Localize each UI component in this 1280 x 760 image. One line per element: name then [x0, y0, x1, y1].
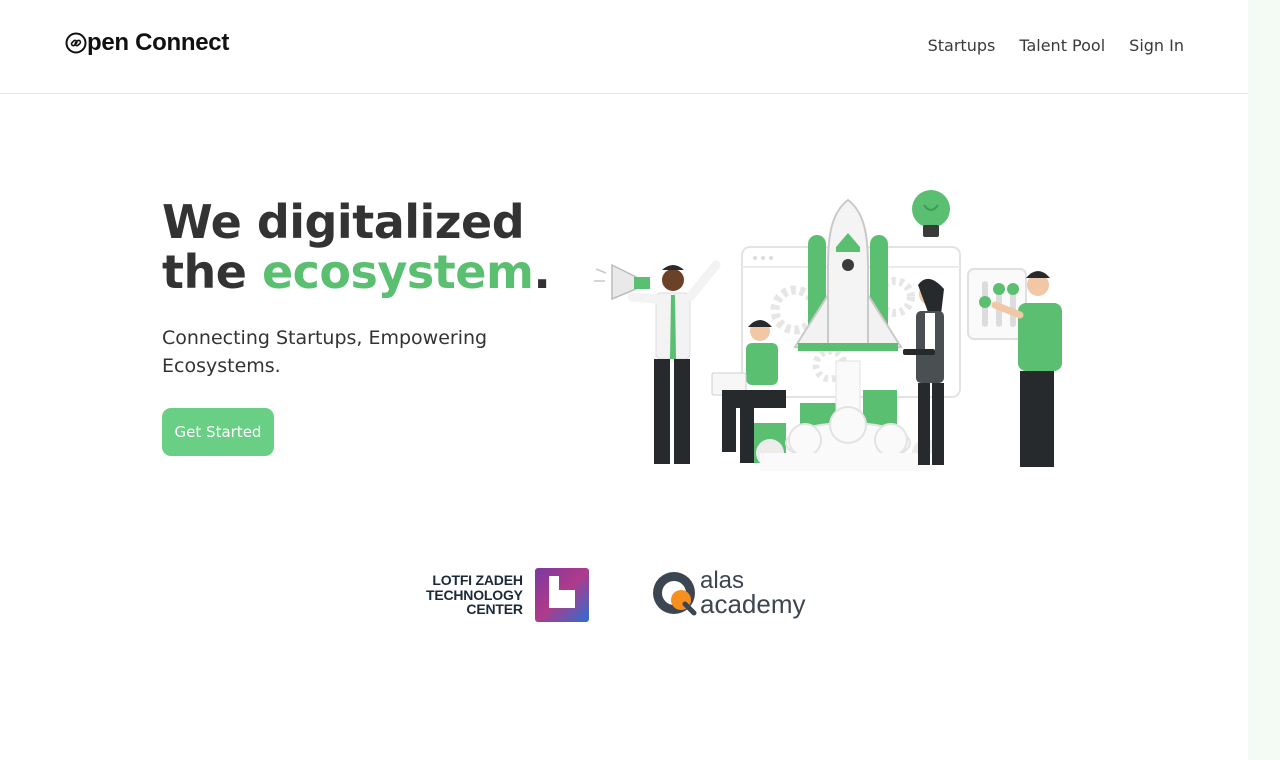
lotfi-zadeh-mark-icon	[534, 568, 589, 622]
hero-title-line1: We digitalized	[162, 195, 525, 249]
top-navbar: pen Connect Startups Talent Pool Sign In	[0, 0, 1248, 94]
main-nav: Startups Talent Pool Sign In	[928, 36, 1184, 55]
link-o-icon	[65, 32, 87, 54]
hero-title-the: the	[162, 245, 262, 299]
lotfi-line1: LOTFI ZADEH	[432, 572, 523, 589]
brand-name: pen Connect	[87, 29, 230, 56]
startup-rocket-team-illustration	[594, 190, 1062, 471]
alas-academy-logo: alas academy	[651, 569, 806, 619]
brand-logo-link[interactable]: pen Connect	[65, 29, 229, 57]
hero-subtitle: Connecting Startups, Empowering Ecosyste…	[162, 327, 488, 377]
lotfi-zadeh-wordmark: LOTFI ZADEH TECHNOLOGY CENTER	[426, 573, 523, 617]
nav-talent-pool[interactable]: Talent Pool	[1019, 36, 1105, 55]
alas-line2: academy	[700, 589, 806, 619]
nav-sign-in[interactable]: Sign In	[1129, 36, 1184, 55]
alas-academy-mark-icon	[653, 572, 697, 616]
hero-title: We digitalized the ecosystem.	[162, 195, 551, 299]
get-started-button[interactable]: Get Started	[162, 408, 274, 456]
lotfi-zadeh-logo: LOTFI ZADEH TECHNOLOGY CENTER	[426, 568, 589, 622]
partner-logos: LOTFI ZADEH TECHNOLOGY CENTER alas acade…	[0, 560, 1248, 630]
hero-title-period: .	[533, 245, 551, 299]
hero-title-accent: ecosystem	[261, 245, 534, 299]
lotfi-line2: TECHNOLOGY	[426, 586, 523, 603]
page-edge-strip	[1248, 0, 1280, 760]
alas-academy-wordmark: alas academy	[700, 569, 806, 619]
nav-startups[interactable]: Startups	[928, 36, 996, 55]
lotfi-line3: CENTER	[466, 601, 523, 618]
